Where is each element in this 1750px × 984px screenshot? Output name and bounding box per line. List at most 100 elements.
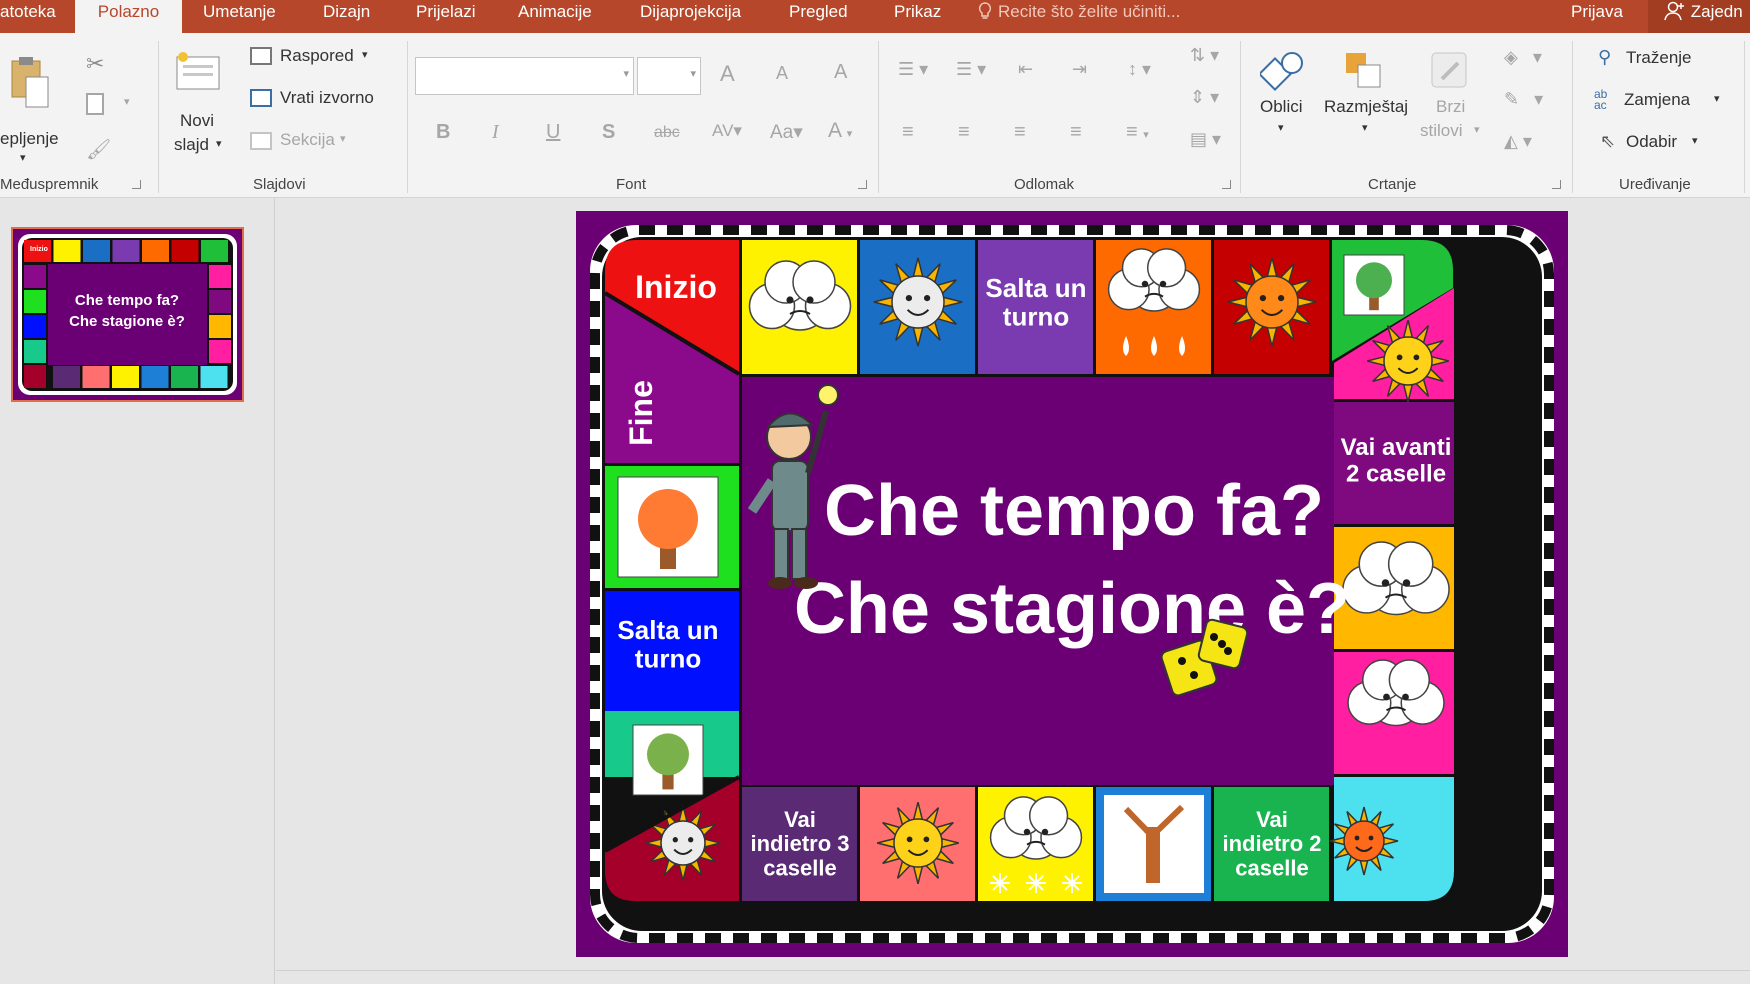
thumbnail-cell [82, 366, 110, 388]
chevron-down-icon: ▾ [216, 138, 222, 150]
tell-me-box[interactable]: Recite što želite učiniti... [978, 0, 1180, 26]
new-slide-button[interactable]: Novi slajd ▾ [168, 47, 228, 173]
grow-font-icon[interactable]: A [720, 61, 735, 87]
copy-icon[interactable] [86, 93, 104, 115]
text-direction-icon[interactable]: ⇅ ▾ [1190, 45, 1219, 66]
thumbnail-cell [24, 365, 46, 388]
align-right-icon[interactable]: ≡ [1014, 121, 1026, 144]
reset-icon [250, 89, 272, 107]
tab-insert[interactable]: Umetanje [203, 0, 276, 33]
align-center-icon[interactable]: ≡ [958, 121, 970, 144]
shrink-font-icon[interactable]: A [776, 63, 788, 84]
share-button[interactable]: Zajedn [1648, 0, 1750, 33]
numbering-icon[interactable]: ☰ ▾ [956, 59, 986, 80]
justify-icon[interactable]: ≡ [1070, 121, 1082, 144]
align-left-icon[interactable]: ≡ [902, 121, 914, 144]
tab-design[interactable]: Dizajn [323, 0, 370, 33]
slide-thumbnail-1[interactable]: Che tempo fa? Che stagione è? Inizio [11, 227, 244, 402]
tab-file[interactable]: atoteka [0, 0, 67, 33]
snowflake-icon [990, 873, 1010, 893]
ribbon: epljenje ▾ ✂ ▾ 🖌 Međuspremnik Novi slajd… [0, 33, 1750, 198]
shapes-button[interactable]: Oblici ▾ [1256, 47, 1312, 157]
layout-button[interactable]: Raspored ▾ [250, 45, 380, 71]
chevron-down-icon: ▾ [1714, 93, 1720, 105]
copy-dropdown-icon[interactable]: ▾ [124, 95, 130, 108]
thumbnail-cell [209, 315, 231, 338]
select-button[interactable]: ⇖ Odabir ▾ [1600, 131, 1730, 157]
paste-button[interactable]: epljenje ▾ [0, 47, 62, 167]
tab-view[interactable]: Prikaz [894, 0, 941, 33]
italic-icon[interactable]: I [492, 121, 499, 144]
title-line-2: Che stagione è? [794, 569, 1350, 649]
columns-icon[interactable]: ≡ ▾ [1126, 121, 1149, 144]
arrange-label: Razmještaj [1324, 97, 1409, 116]
person-icon [1664, 1, 1684, 21]
find-button[interactable]: ⚲ Traženje [1598, 47, 1728, 73]
clear-formatting-icon[interactable]: A [834, 61, 847, 84]
tab-label: Prijelazi [416, 2, 476, 21]
group-divider [1572, 41, 1573, 193]
font-size-field[interactable]: ▾ [637, 57, 701, 95]
thumbnail-cell [171, 366, 198, 388]
tab-label: Polazno [97, 2, 160, 21]
snowflake-icon [1026, 873, 1046, 893]
shadow-icon[interactable]: S [602, 121, 615, 144]
smartart-icon[interactable]: ▤ ▾ [1190, 129, 1221, 150]
signin-link[interactable]: Prijava [1571, 0, 1623, 33]
section-button[interactable]: Sekcija ▾ [250, 129, 370, 155]
dialog-launcher-icon[interactable] [132, 180, 141, 189]
section-icon [250, 132, 272, 150]
line-spacing-icon[interactable]: ↕ ▾ [1128, 59, 1151, 80]
quick-styles-label-1: Brzi [1436, 97, 1466, 116]
change-case-icon[interactable]: Aa▾ [770, 121, 803, 144]
slide-canvas[interactable]: Salta un turno Vai avanti 2 caselle Vai indie… [576, 211, 1568, 957]
thumbnail-cell [53, 366, 80, 388]
format-painter-icon[interactable]: 🖌 [86, 137, 111, 162]
tab-transitions[interactable]: Prijelazi [416, 0, 476, 33]
tab-label: Pregled [789, 2, 848, 21]
shape-fill-icon[interactable]: ◈ ▾ [1504, 47, 1542, 68]
tab-home[interactable]: Polazno [75, 0, 182, 33]
shape-effects-icon[interactable]: ◭ ▾ [1504, 131, 1532, 152]
select-label: Odabir [1626, 132, 1678, 151]
thumbnail-board: Che tempo fa? Che stagione è? Inizio [13, 229, 242, 400]
increase-indent-icon[interactable]: ⇥ [1072, 59, 1087, 80]
search-icon: ⚲ [1598, 47, 1612, 67]
quick-styles-button[interactable]: Brzi stilovi ▾ [1420, 47, 1484, 167]
decrease-indent-icon[interactable]: ⇤ [1018, 59, 1033, 80]
find-label: Traženje [1626, 48, 1692, 67]
replace-button[interactable]: ab ac Zamjena ▾ [1594, 87, 1734, 115]
reset-label: Vrati izvorno [280, 88, 374, 107]
notes-divider [276, 970, 1750, 971]
chevron-down-icon: ▾ [1692, 135, 1698, 147]
tab-animations[interactable]: Animacije [518, 0, 592, 33]
arrange-button[interactable]: Razmještaj ▾ [1322, 47, 1412, 157]
chevron-down-icon: ▾ [362, 49, 368, 61]
thumbnail-cell [209, 340, 231, 363]
group-divider [158, 41, 159, 193]
align-text-icon[interactable]: ⇕ ▾ [1190, 87, 1219, 108]
signin-label: Prijava [1571, 2, 1623, 21]
reset-button[interactable]: Vrati izvorno [250, 87, 390, 113]
shape-outline-icon[interactable]: ✎ ▾ [1504, 89, 1543, 110]
character-spacing-icon[interactable]: AV▾ [712, 121, 742, 141]
editing-group-label: Uređivanje [1619, 176, 1691, 193]
paragraph-group-label: Odlomak [1014, 176, 1075, 193]
underline-icon[interactable]: U [546, 121, 560, 144]
thumbnail-cell [112, 240, 140, 262]
dialog-launcher-icon[interactable] [858, 180, 867, 189]
new-slide-label-2: slajd [174, 135, 209, 154]
start-label: Inizio [635, 269, 717, 305]
cut-icon[interactable]: ✂ [86, 51, 104, 77]
replace-icon: ab ac [1594, 87, 1608, 112]
tab-review[interactable]: Pregled [789, 0, 848, 33]
thumbnail-cell [83, 240, 110, 262]
font-color-icon[interactable]: A ▾ [828, 119, 852, 143]
bullets-icon[interactable]: ☰ ▾ [898, 59, 928, 80]
font-name-field[interactable]: ▾ [415, 57, 634, 95]
bold-icon[interactable]: B [436, 121, 450, 144]
dialog-launcher-icon[interactable] [1222, 180, 1231, 189]
strikethrough-icon[interactable]: abc [654, 124, 680, 142]
tab-slideshow[interactable]: Dijaprojekcija [640, 0, 741, 33]
dialog-launcher-icon[interactable] [1552, 180, 1561, 189]
